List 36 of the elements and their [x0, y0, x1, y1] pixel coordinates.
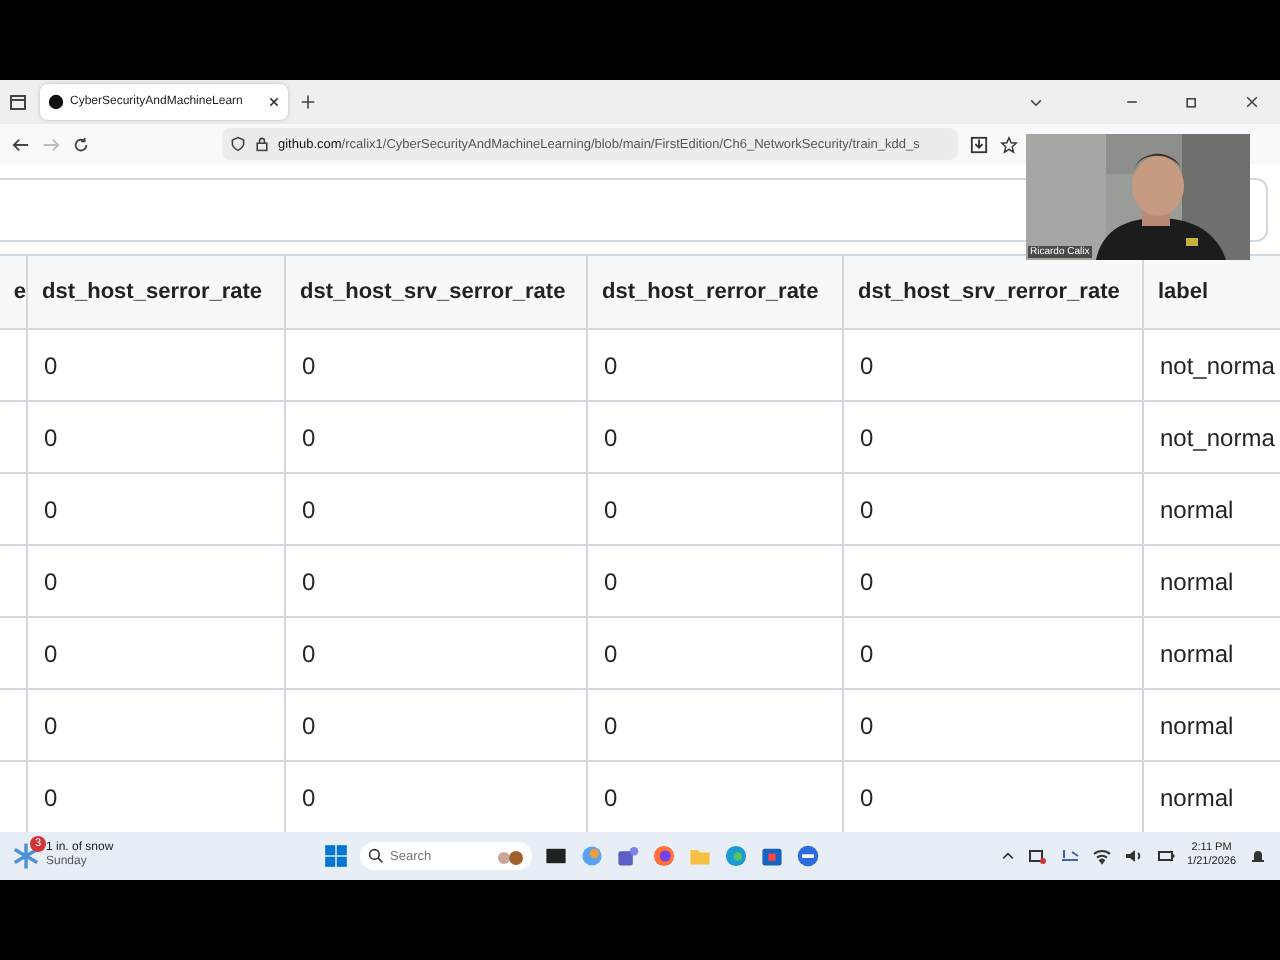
- table-cell: 0: [844, 402, 1144, 474]
- table-cell: 0: [28, 330, 286, 402]
- table-cell: 0: [286, 474, 588, 546]
- table-cell: 0: [844, 546, 1144, 618]
- table-cell: 0: [844, 690, 1144, 762]
- table-cell: 0: [286, 618, 588, 690]
- column-header: dst_host_rerror_rate: [588, 256, 844, 330]
- table-cell: 0: [588, 402, 844, 474]
- table-cell: normal: [1144, 690, 1280, 762]
- table-cell: 0: [286, 546, 588, 618]
- table-cell: 0: [286, 330, 588, 402]
- table-cell: 0: [588, 690, 844, 762]
- table-cell: not_norma: [1144, 330, 1280, 402]
- table-cell: 0: [28, 402, 286, 474]
- column-header: e: [0, 256, 28, 330]
- table-cell: not_norma: [1144, 402, 1280, 474]
- table-cell: 0: [286, 402, 588, 474]
- table-cell: normal: [1144, 474, 1280, 546]
- column-header: label: [1144, 256, 1280, 330]
- table-cell: 0: [588, 474, 844, 546]
- table-cell: 0: [286, 690, 588, 762]
- column-header: dst_host_srv_serror_rate: [286, 256, 588, 330]
- table-cell: 0: [28, 474, 286, 546]
- table-cell: 0: [844, 330, 1144, 402]
- table-cell: normal: [1144, 618, 1280, 690]
- table-cell: normal: [1144, 546, 1280, 618]
- column-header: dst_host_srv_rerror_rate: [844, 256, 1144, 330]
- table-cell: 0: [28, 546, 286, 618]
- table-cell: 0: [28, 618, 286, 690]
- table-cell: 0: [28, 690, 286, 762]
- column-header: dst_host_serror_rate: [28, 256, 286, 330]
- table-cell: 0: [588, 618, 844, 690]
- table-cell: 0: [588, 330, 844, 402]
- table-cell: 0: [844, 474, 1144, 546]
- table-cell: 0: [588, 546, 844, 618]
- table-cell: 0: [844, 618, 1144, 690]
